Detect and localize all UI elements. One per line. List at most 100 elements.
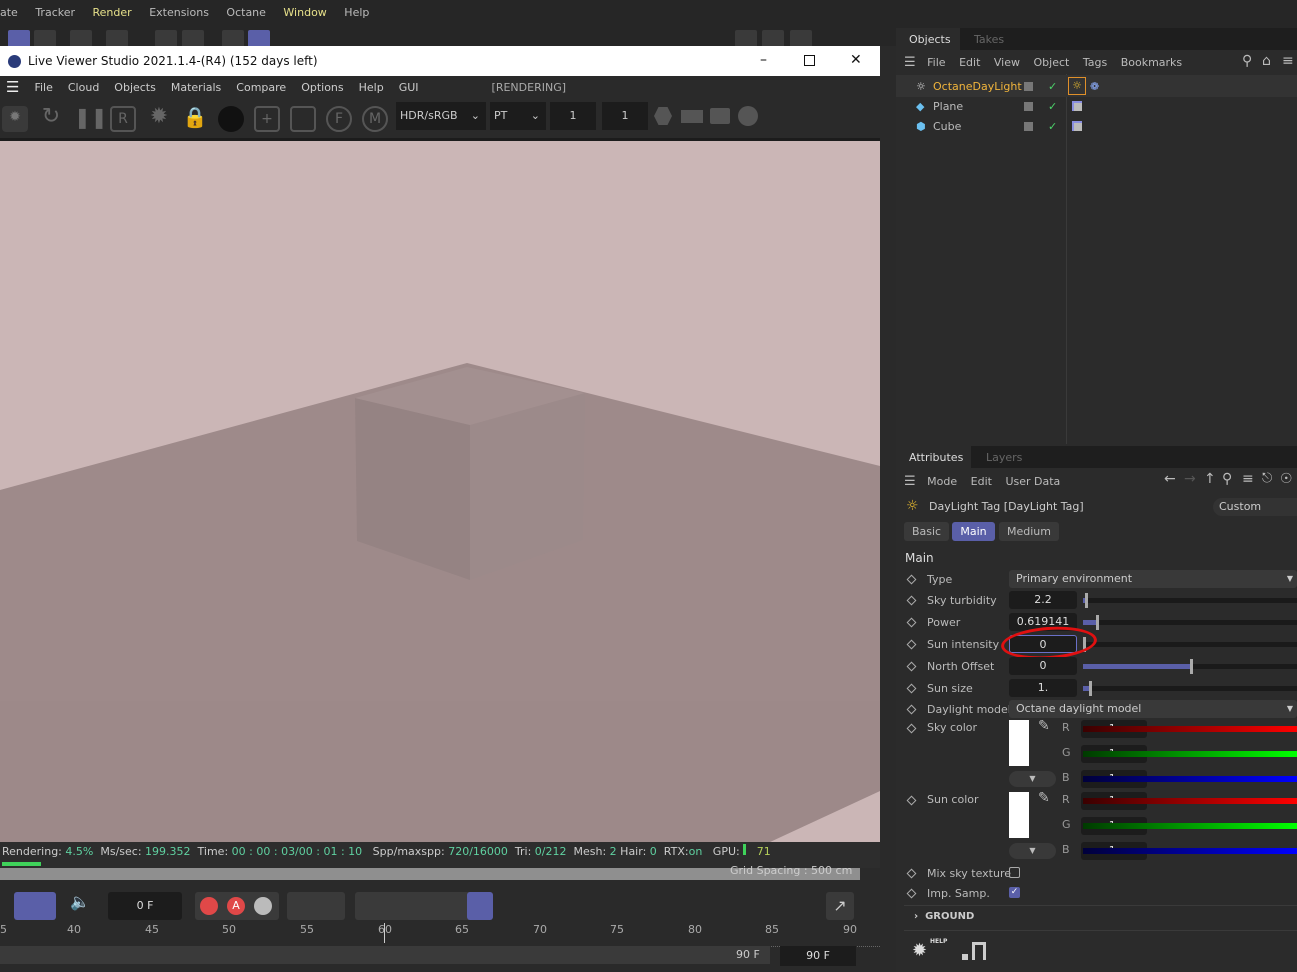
viewer-menu-compare[interactable]: Compare — [236, 81, 286, 94]
object-row-plane[interactable]: ◆ Plane ✓ — [896, 95, 1297, 117]
layer-icon[interactable] — [1024, 121, 1033, 131]
north-offset-slider[interactable] — [1083, 658, 1297, 674]
frame-icon[interactable] — [290, 106, 316, 132]
focus-picker-icon[interactable]: F — [326, 106, 352, 132]
object-name[interactable]: Plane — [933, 100, 963, 113]
field2-input[interactable]: 1 — [602, 102, 648, 130]
slider-knob[interactable] — [1190, 658, 1193, 674]
eyedropper-icon[interactable]: ✎ — [1038, 718, 1050, 734]
tab-layers[interactable]: Layers — [986, 451, 1022, 464]
key-type-active[interactable] — [467, 892, 493, 920]
menu-octane[interactable]: Octane — [226, 6, 266, 19]
menu-create[interactable]: ate — [0, 6, 18, 19]
keyframe-diamond-icon[interactable] — [906, 639, 917, 649]
attributes-menu-user-data[interactable]: User Data — [1005, 475, 1060, 488]
enabled-check-icon[interactable]: ✓ — [1048, 100, 1057, 113]
forward-arrow-icon[interactable]: → — [1184, 471, 1196, 487]
material-tag-icon[interactable] — [1072, 101, 1082, 111]
close-icon[interactable]: ✕ — [850, 52, 862, 68]
speaker-icon[interactable]: 🔈 — [70, 892, 96, 920]
keyframe-diamond-icon[interactable] — [906, 868, 917, 878]
attributes-menu-edit[interactable]: Edit — [971, 475, 992, 488]
keyframe-diamond-icon[interactable] — [906, 574, 917, 584]
eyedropper-icon[interactable]: ✎ — [1038, 790, 1050, 806]
keyframe-diamond-icon[interactable] — [906, 723, 917, 734]
subtab-main[interactable]: Main — [952, 522, 995, 541]
keyframe-buttons[interactable]: A — [195, 892, 279, 920]
target-icon[interactable]: ☉ — [1280, 471, 1293, 487]
sun-color-swatch[interactable] — [1009, 792, 1029, 838]
current-frame-field[interactable]: 0 F — [108, 892, 182, 920]
layer-icon[interactable] — [1024, 101, 1033, 111]
sun-size-field[interactable]: 1. — [1009, 679, 1077, 697]
key-settings-icon[interactable] — [254, 897, 272, 915]
sky-b-slider[interactable] — [1083, 776, 1297, 782]
autokey-icon[interactable]: A — [227, 897, 245, 915]
objects-menu-edit[interactable]: Edit — [959, 56, 980, 69]
menu-window[interactable]: Window — [283, 6, 326, 19]
keyframe-diamond-icon[interactable] — [906, 683, 917, 693]
tonemap-select[interactable]: HDR/sRGB ⌄ — [396, 102, 486, 130]
key-type-buttons[interactable] — [355, 892, 493, 920]
search-icon[interactable]: ⚲ — [1242, 53, 1252, 69]
menu-tracker[interactable]: Tracker — [35, 6, 75, 19]
objects-menu-view[interactable]: View — [994, 56, 1020, 69]
preset-dropdown[interactable]: Custom — [1213, 498, 1297, 516]
viewer-menu-materials[interactable]: Materials — [171, 81, 221, 94]
menu-extensions[interactable]: Extensions — [149, 6, 209, 19]
menu-render[interactable]: Render — [93, 6, 132, 19]
hamburger-icon[interactable]: ☰ — [904, 55, 916, 70]
subtab-basic[interactable]: Basic — [904, 522, 949, 541]
material-ball-icon[interactable] — [218, 106, 244, 132]
kernel-select[interactable]: PT ⌄ — [490, 102, 546, 130]
menu-help[interactable]: Help — [344, 6, 369, 19]
power-slider[interactable] — [1083, 614, 1297, 630]
object-name[interactable]: OctaneDayLight — [933, 80, 1022, 93]
loop-button[interactable] — [14, 892, 56, 920]
attributes-menu-mode[interactable]: Mode — [927, 475, 957, 488]
hamburger-icon[interactable]: ☰ — [6, 78, 19, 96]
field1-input[interactable]: 1 — [550, 102, 596, 130]
viewer-menu-help[interactable]: Help — [359, 81, 384, 94]
viewer-menu-gui[interactable]: GUI — [399, 81, 419, 94]
motion-buttons[interactable] — [287, 892, 345, 920]
minimize-icon[interactable]: – — [760, 52, 767, 68]
sun-r-slider[interactable] — [1083, 798, 1297, 804]
daylight-model-dropdown[interactable]: Octane daylight model ▼ — [1009, 700, 1297, 718]
type-dropdown[interactable]: Primary environment ▼ — [1009, 570, 1297, 588]
circle-icon[interactable] — [738, 106, 758, 126]
sky-r-slider[interactable] — [1083, 726, 1297, 732]
keyframe-diamond-icon[interactable] — [906, 704, 917, 714]
slider-knob[interactable] — [1095, 614, 1099, 630]
filter-icon[interactable]: ≡ — [1282, 53, 1294, 69]
axis-graph-icon[interactable]: ↗ — [826, 892, 854, 920]
north-offset-field[interactable]: 0 — [1009, 657, 1077, 675]
objects-menu-object[interactable]: Object — [1034, 56, 1070, 69]
objects-menu-file[interactable]: File — [927, 56, 945, 69]
sky-color-swatch[interactable] — [1009, 720, 1029, 766]
add-icon[interactable]: + — [254, 106, 280, 132]
octane-help-icon[interactable]: ✹ HELP — [912, 938, 947, 962]
keyframe-diamond-icon[interactable] — [906, 888, 917, 898]
keyframe-diamond-icon[interactable] — [906, 795, 917, 806]
pause-icon[interactable]: ❚❚ — [74, 106, 108, 132]
tab-takes[interactable]: Takes — [974, 33, 1004, 46]
enabled-check-icon[interactable]: ✓ — [1048, 80, 1057, 93]
range-bar[interactable] — [0, 946, 770, 964]
object-name[interactable]: Cube — [933, 120, 961, 133]
render-tag-icon[interactable]: ❁ — [1090, 80, 1099, 93]
sky-turbidity-field[interactable]: 2.2 — [1009, 591, 1077, 609]
playhead[interactable] — [384, 923, 385, 943]
imp-samp-checkbox[interactable]: ✓ — [1009, 887, 1020, 898]
viewer-menu-cloud[interactable]: Cloud — [68, 81, 99, 94]
keyframe-diamond-icon[interactable] — [906, 595, 917, 605]
layer-icon[interactable] — [1024, 81, 1033, 91]
material-tag-icon[interactable] — [1072, 121, 1082, 131]
slider-knob[interactable] — [1085, 592, 1089, 608]
lock-icon[interactable]: 🔒 — [182, 106, 208, 132]
color-mode-dropdown[interactable]: ▼ — [1009, 771, 1056, 787]
search-icon[interactable]: ⚲ — [1222, 471, 1232, 487]
tab-attributes[interactable]: Attributes — [896, 446, 971, 468]
enabled-check-icon[interactable]: ✓ — [1048, 120, 1057, 133]
tab-objects[interactable]: Objects — [896, 28, 960, 50]
